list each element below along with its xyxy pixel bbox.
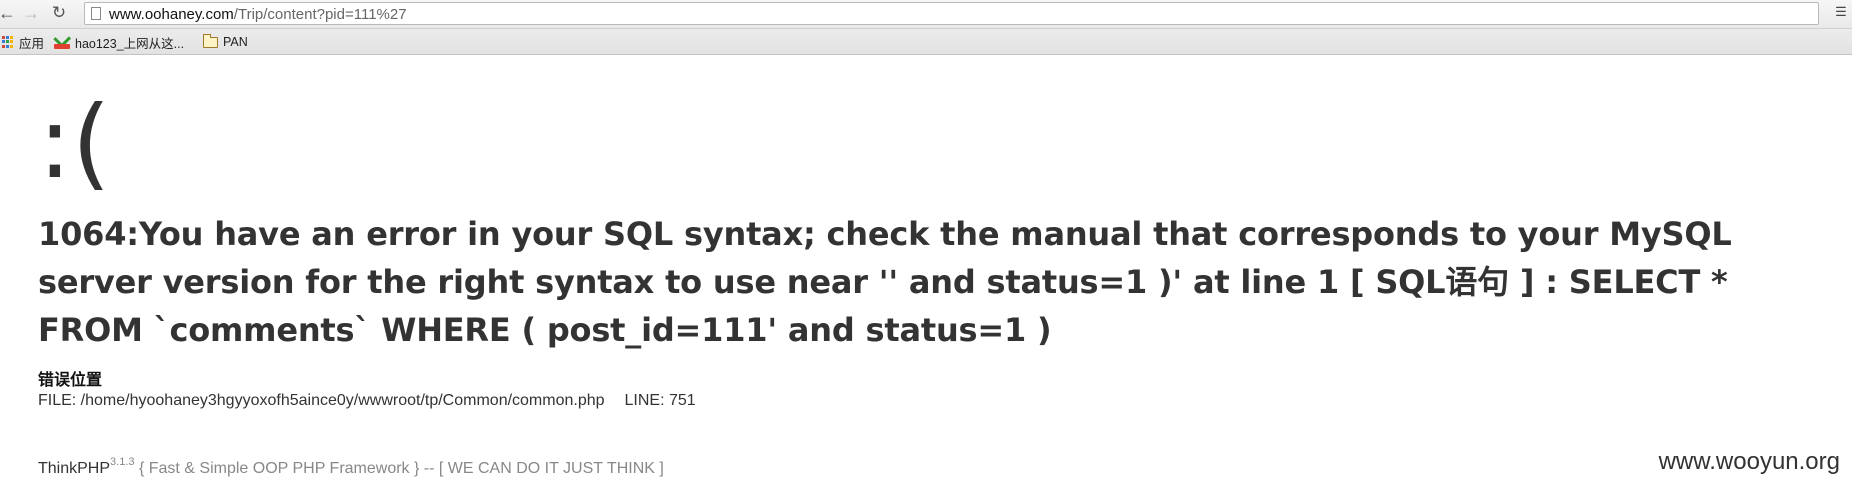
framework-slogan: { Fast & Simple OOP PHP Framework } -- [… [138,460,664,477]
bookmark-label: hao123_上网从这... [75,36,185,51]
url-host: www.oohaney.com [109,6,234,23]
bookmark-apps[interactable]: 应用 [2,33,44,51]
bookmark-label: 应用 [19,36,45,51]
bookmark-hao123[interactable]: hao123_上网从这... [54,33,184,51]
bookmark-pan[interactable]: PAN [203,33,248,51]
page-icon [91,7,101,20]
framework-brand[interactable]: ThinkPHP [38,460,110,477]
error-file-path: FILE: /home/hyoohaney3hgyyoxofh5aince0y/… [38,392,605,409]
sad-face-emoticon: :( [38,84,111,201]
reload-icon[interactable]: ↻ [48,2,70,24]
watermark-text: www.wooyun.org [1658,448,1840,475]
url-path: /Trip/content?pid=111%27 [233,6,407,23]
forward-icon[interactable]: → [20,2,42,24]
bookmark-label: PAN [223,35,248,49]
error-line-number: LINE: 751 [624,392,696,409]
error-location-title: 错误位置 [38,372,103,389]
url-text[interactable]: www.oohaney.com/Trip/content?pid=111%27 [109,6,407,23]
address-bar[interactable]: www.oohaney.com/Trip/content?pid=111%27 [84,2,1819,25]
settings-menu-icon[interactable]: ☰ [1834,4,1848,20]
framework-footer: ThinkPHP3.1.3 { Fast & Simple OOP PHP Fr… [38,456,664,478]
bookmarks-bar: 应用 hao123_上网从这... PAN [0,29,1852,55]
error-file-line: FILE: /home/hyoohaney3hgyyoxofh5aince0y/… [38,392,696,410]
back-icon[interactable]: ← [0,2,18,24]
apps-icon [2,36,14,48]
framework-version: 3.1.3 [110,456,135,468]
error-message: 1064:You have an error in your SQL synta… [38,215,1732,349]
hao123-icon [54,35,70,49]
folder-icon [203,33,218,48]
browser-toolbar: ← → ↻ www.oohaney.com/Trip/content?pid=1… [0,0,1852,29]
